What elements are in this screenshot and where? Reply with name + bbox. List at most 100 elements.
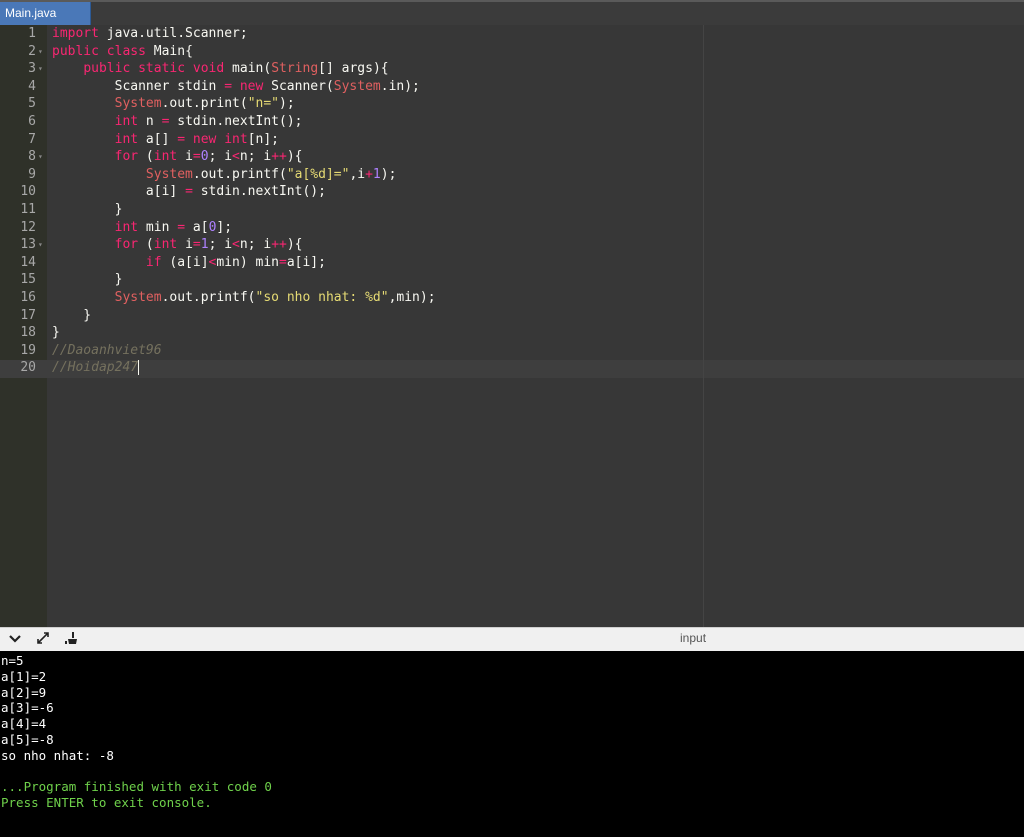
code-line[interactable]: System.out.print("n="); <box>52 95 295 113</box>
code-editor[interactable]: 1 2 ▾ 3 ▾ 4 5 6 7 8 ▾ 9 10 11 12 13 ▾ 14 15 16 17 18 19 20 impor… <box>0 25 1024 627</box>
code-token: System <box>114 290 162 305</box>
code-token: new <box>192 131 217 147</box>
broom-icon[interactable] <box>62 631 80 649</box>
code-token: if <box>145 254 162 270</box>
code-line[interactable]: Scanner stdin = new Scanner(System.in); <box>52 78 420 96</box>
line-number: 12 <box>20 219 36 235</box>
code-line[interactable]: public class Main{ <box>52 43 193 61</box>
code-line[interactable]: //Daoanhviet96 <box>52 342 162 360</box>
code-token: "so nho nhat: %d" <box>255 290 389 305</box>
code-token: (a[i] <box>161 254 209 270</box>
code-token: "n=" <box>247 96 279 112</box>
expand-arrows-icon[interactable] <box>34 631 52 649</box>
code-line[interactable]: import java.util.Scanner; <box>52 25 248 43</box>
code-line[interactable]: if (a[i]<min) min=a[i]; <box>52 254 326 272</box>
code-token: for <box>114 237 139 253</box>
code-token: int <box>153 237 178 253</box>
console-line: a[1]=2 <box>1 668 47 684</box>
code-token: = <box>192 237 201 253</box>
code-token: } <box>52 307 92 323</box>
chevron-down-icon[interactable] <box>6 631 24 649</box>
code-token: ]; <box>216 219 233 235</box>
code-token: } <box>52 272 123 288</box>
fold-toggle-icon[interactable]: ▾ <box>38 148 43 166</box>
console-line: ...Program finished with exit code 0 <box>1 779 272 794</box>
console-line: a[4]=4 <box>1 716 47 731</box>
code-token: i <box>177 149 193 165</box>
code-token: int <box>114 131 139 147</box>
code-line[interactable]: } <box>52 271 123 289</box>
console-line: so nho nhat: -8 <box>1 747 114 763</box>
code-token: = <box>177 131 186 147</box>
code-token: ); <box>380 166 397 182</box>
code-line[interactable]: for (int i=0; i<n; i++){ <box>52 148 303 166</box>
code-token: .out.print( <box>161 96 248 112</box>
code-line[interactable]: } <box>52 201 123 219</box>
code-token: stdin.nextInt(); <box>169 114 303 129</box>
code-token: = <box>279 254 287 270</box>
fold-toggle-icon[interactable]: ▾ <box>38 236 43 254</box>
console-line: a[5]=-8 <box>1 731 54 747</box>
line-number: 14 <box>20 254 36 270</box>
code-line[interactable]: int n = stdin.nextInt(); <box>52 113 303 131</box>
line-number: 15 <box>20 272 36 288</box>
tab-main-java[interactable]: Main.java <box>0 2 91 26</box>
code-line[interactable]: } <box>52 307 91 325</box>
code-token: //Daoanhviet96 <box>52 342 162 358</box>
code-line[interactable]: for (int i=1; i<n; i++){ <box>52 236 303 254</box>
code-token: 0 <box>200 149 209 165</box>
code-token: class <box>106 43 146 59</box>
code-token: Scanner stdin <box>52 78 225 94</box>
code-token: a[i]; <box>286 254 326 270</box>
code-line[interactable]: public static void main(String[] args){ <box>52 60 388 78</box>
code-line[interactable]: //Hoidap247 <box>52 359 140 377</box>
text-cursor <box>138 360 140 376</box>
fold-toggle-icon[interactable]: ▾ <box>38 60 43 78</box>
code-line[interactable]: a[i] = stdin.nextInt(); <box>52 183 326 201</box>
code-token: < <box>232 237 240 253</box>
code-line[interactable]: int a[] = new int[n]; <box>52 131 279 149</box>
code-token: System <box>333 78 381 94</box>
code-line[interactable]: int min = a[0]; <box>52 219 232 237</box>
fold-toggle-icon[interactable]: ▾ <box>38 43 43 61</box>
code-token: main( <box>224 61 272 77</box>
code-token: System <box>114 96 162 112</box>
line-number: 13 <box>20 237 36 253</box>
line-number: 9 <box>28 166 36 182</box>
code-token: .out.printf( <box>192 166 287 182</box>
line-number: 3 <box>28 61 36 77</box>
code-token: a[ <box>185 219 209 235</box>
code-token: ; i <box>208 149 233 165</box>
code-token: ){ <box>286 149 303 165</box>
code-line[interactable]: System.out.printf("a[%d]=",i+1); <box>52 166 396 184</box>
code-token: stdin.nextInt(); <box>192 184 326 200</box>
code-token: [n]; <box>247 131 280 147</box>
code-token: java.util.Scanner; <box>98 26 248 41</box>
code-line[interactable]: System.out.printf("so nho nhat: %d",min)… <box>52 289 436 307</box>
code-token: ,i <box>349 166 366 182</box>
input-label[interactable]: input <box>680 631 706 645</box>
print-margin <box>703 25 704 627</box>
code-token: static <box>138 61 186 77</box>
code-token: + <box>365 166 373 182</box>
code-token: ,min); <box>388 290 436 305</box>
code-token: = <box>177 219 186 235</box>
code-token: n <box>138 114 162 129</box>
code-line[interactable]: } <box>52 324 60 342</box>
code-token: } <box>52 325 60 341</box>
code-token: System <box>145 166 193 182</box>
line-number: 18 <box>20 325 36 341</box>
console-toolbar: input <box>0 627 1024 651</box>
code-token: 1 <box>372 166 381 182</box>
line-number: 7 <box>28 131 36 147</box>
code-token: a[] <box>138 131 178 147</box>
console-output[interactable]: n=5 a[1]=2 a[2]=9 a[3]=-6 a[4]=4 a[5]=-8 so nh… <box>0 651 1024 837</box>
code-token: int <box>224 131 248 147</box>
